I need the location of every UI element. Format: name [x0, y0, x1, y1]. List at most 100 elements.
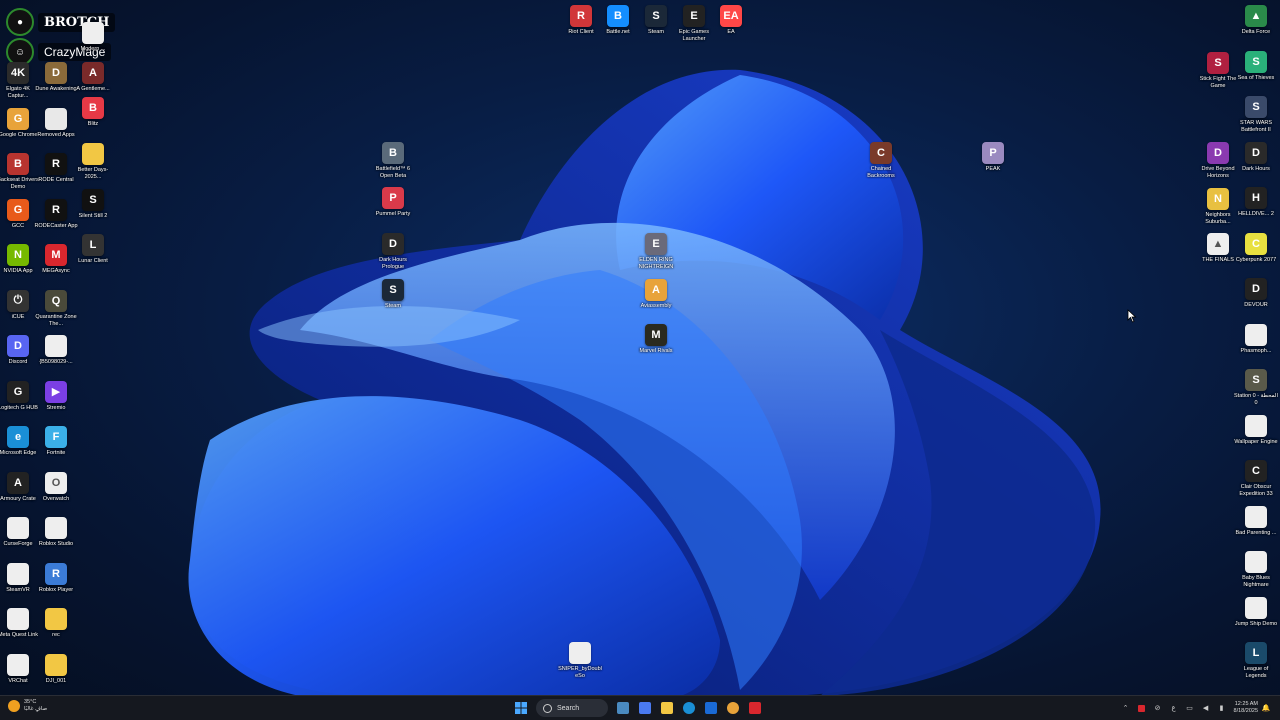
desktop-icon[interactable]: S STAR WARS Battlefront II — [1236, 96, 1276, 134]
taskbar-app-button[interactable] — [723, 698, 743, 718]
desktop-icon[interactable]: R RODE Central — [36, 153, 76, 184]
desktop-icon[interactable]: F Fortnite — [36, 426, 76, 457]
desktop-icon[interactable]: H HELLDIVE... 2 — [1236, 187, 1276, 218]
desktop-icon[interactable]: Bad Parenting ... — [1235, 505, 1277, 537]
desktop-icon[interactable]: {B5098029-... — [36, 335, 76, 366]
desktop-icon[interactable]: S Stick Fight The Game — [1198, 52, 1238, 90]
app-icon — [45, 107, 67, 130]
desktop-icon[interactable]: Meta Quest Link — [0, 608, 38, 639]
desktop-icon[interactable]: R RODECaster App — [34, 198, 78, 230]
chevron-up-icon[interactable]: ⌃ — [1121, 703, 1131, 713]
desktop-icon[interactable]: S Silent Still 2 — [73, 189, 113, 220]
desktop-icon[interactable]: D Discord — [0, 335, 38, 366]
desktop-icon[interactable]: S Station 0 - المحطة 0 — [1234, 369, 1278, 407]
desktop-icon[interactable]: C Cyberpunk 2077 — [1236, 232, 1276, 264]
desktop-icon[interactable]: A A Gentleme... — [73, 62, 113, 93]
desktop-icon[interactable]: B Battle.net — [598, 5, 638, 36]
desktop-icon[interactable]: Wallpaper Engine — [1234, 414, 1278, 446]
desktop-icon[interactable]: Better Days-2025... — [73, 143, 113, 181]
desktop-icon[interactable]: S Steam — [373, 279, 413, 310]
desktop-icon[interactable]: M MEGAsync — [36, 244, 76, 275]
desktop-icon[interactable]: P PEAK — [973, 142, 1013, 173]
network-icon[interactable]: ▭ — [1185, 703, 1195, 713]
desktop-icon[interactable]: O Overwatch — [36, 471, 76, 503]
tray-app-icon[interactable] — [1137, 703, 1147, 713]
desktop-icon[interactable]: SteamVR — [0, 562, 38, 594]
taskbar-app-button[interactable] — [635, 698, 655, 718]
notification-bell-icon[interactable]: 🔔 — [1261, 703, 1271, 713]
desktop-icon[interactable]: L League of Legends — [1236, 642, 1276, 680]
desktop-icon[interactable]: G Google Chrome — [0, 107, 38, 139]
battery-icon[interactable]: ▮ — [1217, 703, 1227, 713]
desktop-icon[interactable]: E ELDEN RING NIGHTREIGN — [636, 233, 676, 271]
app-icon — [1245, 414, 1267, 437]
desktop-icon[interactable]: SNIPER_byDoubleSo — [558, 642, 602, 680]
desktop-icon[interactable]: CurseForge — [0, 517, 38, 548]
desktop-icon[interactable]: VRChat — [0, 653, 38, 685]
desktop-icon[interactable]: E Epic Games Launcher — [674, 5, 714, 43]
desktop-icon[interactable]: B Battlefield™ 6 Open Beta — [373, 142, 413, 180]
desktop-icon[interactable]: N Neighbors Suburba... — [1198, 188, 1238, 226]
taskbar-app-button[interactable] — [679, 698, 699, 718]
desktop-icon[interactable]: C Clair Obscur Expedition 33 — [1236, 460, 1276, 498]
app-icon: D — [1245, 141, 1267, 164]
desktop-icon[interactable]: A Aviassembly — [636, 279, 676, 310]
desktop-icon-label: Aviassembly — [640, 303, 672, 309]
volume-icon[interactable]: ◀ — [1201, 703, 1211, 713]
desktop-icon[interactable]: N NVIDIA App — [0, 244, 38, 275]
desktop-icon[interactable]: S Sea of Thieves — [1236, 50, 1276, 82]
app-icon: P — [382, 187, 404, 209]
desktop-icon[interactable]: R Riot Client — [561, 5, 601, 36]
language-indicator[interactable]: ع — [1169, 703, 1179, 713]
desktop-icon[interactable]: Removed Apps — [36, 107, 76, 139]
app-icon — [45, 608, 67, 630]
desktop-icon[interactable]: Jump Ship Demo — [1235, 596, 1277, 628]
desktop-icon[interactable]: rec — [36, 608, 76, 639]
desktop-icon[interactable]: Baby Blues Nightmare — [1236, 551, 1276, 589]
desktop-icon[interactable]: ▶ Stremio — [36, 380, 76, 412]
desktop-icon[interactable]: D Dark Hours — [1236, 141, 1276, 173]
desktop-icon[interactable]: R Roblox Player — [36, 562, 76, 594]
taskbar-app-button[interactable] — [745, 698, 765, 718]
desktop-icon[interactable]: G Logitech G HUB — [0, 380, 38, 412]
desktop-icon[interactable]: ▲ THE FINALS — [1198, 233, 1238, 264]
desktop-icon[interactable]: P Pummel Party — [373, 187, 413, 218]
desktop-icon-label: Lunar Client — [78, 258, 108, 264]
desktop-icon[interactable]: G GCC — [0, 198, 38, 230]
desktop-icon[interactable]: e Microsoft Edge — [0, 426, 38, 457]
start-button[interactable] — [511, 698, 531, 718]
desktop-icon[interactable]: D Drive Beyond Horizons — [1198, 142, 1238, 180]
desktop-icon[interactable]: M Marvel Rivals — [636, 324, 676, 355]
desktop-icon-label: Bad Parenting ... — [1235, 529, 1277, 536]
app-icon: ⏻ — [7, 289, 29, 312]
taskbar-app-button[interactable] — [701, 698, 721, 718]
app-icon — [7, 653, 29, 676]
app-icon: S — [1245, 96, 1267, 118]
desktop-icon[interactable]: S Steam — [636, 5, 676, 36]
weather-widget[interactable]: 35°C صافٍ غالبًا — [8, 699, 47, 713]
desktop-icon[interactable]: B Backseat Drivers Demo — [0, 153, 39, 191]
taskbar-search[interactable]: Search — [536, 699, 608, 717]
desktop-icon[interactable]: D Dune Awakening — [35, 62, 77, 93]
taskbar-app-button[interactable] — [613, 698, 633, 718]
desktop-icon[interactable]: EA EA — [711, 5, 751, 36]
desktop-icon[interactable]: ⏻ iCUE — [0, 289, 38, 321]
desktop-icon[interactable]: B Blitz — [73, 97, 113, 128]
desktop-icon[interactable]: 4K Elgato 4K Captur... — [0, 62, 38, 100]
desktop-icon[interactable]: C Chained Backrooms — [861, 142, 901, 180]
desktop-icon[interactable]: D Dark Hours Prologue — [373, 233, 413, 271]
desktop-icon[interactable]: Roblox Studio — [36, 517, 76, 548]
desktop-icon[interactable]: Phasmoph... — [1236, 323, 1276, 355]
clock[interactable]: 12:25 AM 8/18/2025 — [1234, 701, 1258, 715]
desktop-icon[interactable]: Modern ... — [73, 22, 113, 53]
desktop-icon[interactable]: L Lunar Client — [73, 234, 113, 265]
taskbar-app-button[interactable] — [657, 698, 677, 718]
mute-icon[interactable]: ⊘ — [1153, 703, 1163, 713]
desktop-icon[interactable]: A Armoury Crate — [0, 471, 38, 503]
desktop-icon[interactable]: DJI_001 — [36, 653, 76, 685]
desktop-icon-label: Marvel Rivals — [639, 348, 673, 354]
desktop-icon[interactable]: ▲ Delta Force — [1236, 5, 1276, 36]
desktop[interactable]: ● BROTCH ☺ CrazyMage 4K Elgato 4K Captur.… — [0, 0, 1280, 696]
desktop-icon[interactable]: D DEVOUR — [1236, 278, 1276, 309]
desktop-icon[interactable]: Q Quarantine Zone The... — [35, 289, 77, 328]
